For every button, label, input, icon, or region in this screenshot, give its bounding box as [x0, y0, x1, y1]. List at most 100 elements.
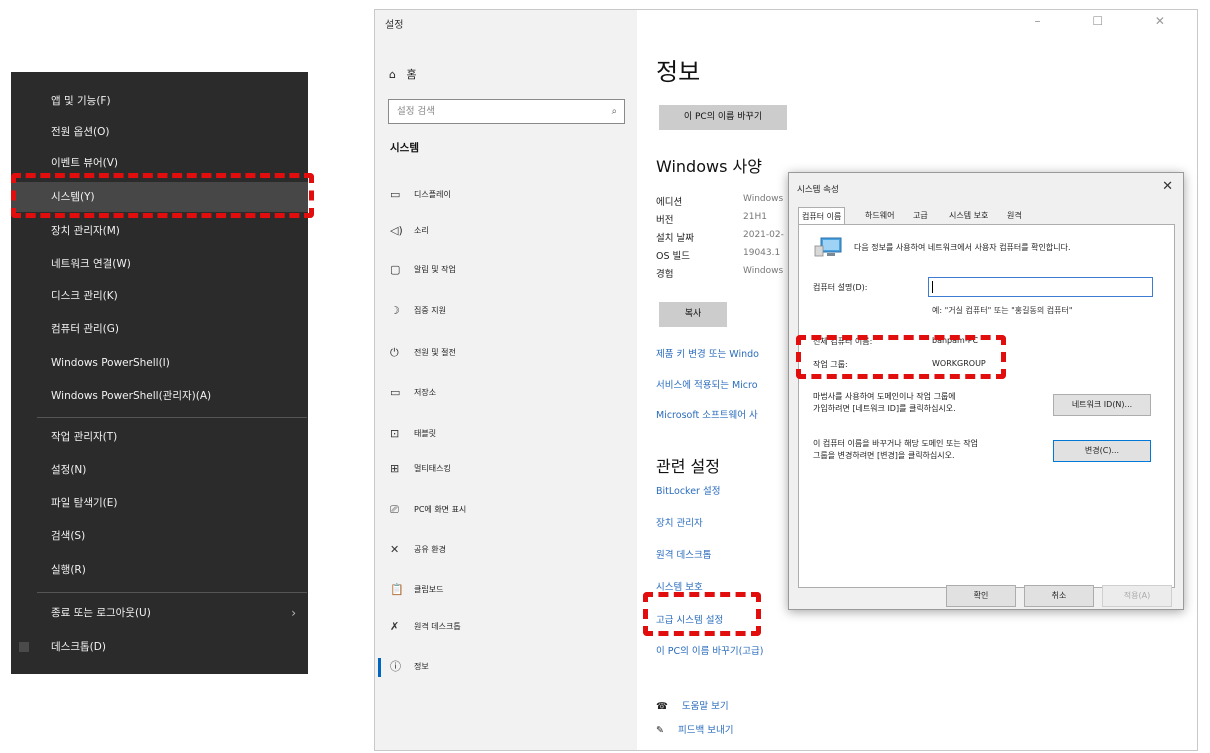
- nav-item-label: 알림 및 작업: [414, 265, 456, 274]
- menu-item-file-explorer[interactable]: 파일 탐색기(E): [11, 488, 308, 518]
- menu-item-run[interactable]: 실행(R): [11, 555, 308, 585]
- storage-icon: ▭: [390, 386, 401, 399]
- menu-item-shutdown-signout[interactable]: 종료 또는 로그아웃(U) ›: [11, 598, 308, 628]
- link-get-help[interactable]: ☎ 도움말 보기: [656, 698, 729, 712]
- menu-item-search[interactable]: 검색(S): [11, 521, 308, 551]
- tab-hardware[interactable]: 하드웨어: [862, 207, 897, 224]
- menu-item-desktop[interactable]: 데스크톱(D): [11, 632, 308, 662]
- link-change-product-key[interactable]: 제품 키 변경 또는 Windo: [656, 346, 759, 360]
- menu-item-label: 작업 관리자(T): [51, 431, 118, 443]
- tab-advanced[interactable]: 고급: [910, 207, 931, 224]
- nav-item-notifications[interactable]: ▢ 알림 및 작업: [390, 259, 630, 281]
- display-icon: ▭: [390, 188, 401, 201]
- link-remote-desktop[interactable]: 원격 데스크톱: [656, 547, 711, 561]
- menu-item-label: 데스크톱(D): [51, 641, 106, 653]
- dialog-title: 시스템 속성: [797, 185, 839, 195]
- menu-item-device-manager[interactable]: 장치 관리자(M): [11, 216, 308, 246]
- computer-description-field[interactable]: [928, 277, 1153, 297]
- link-bitlocker[interactable]: BitLocker 설정: [656, 483, 720, 497]
- page-title: 정보: [656, 58, 701, 86]
- menu-item-powershell-admin[interactable]: Windows PowerShell(관리자)(A): [11, 381, 308, 411]
- nav-item-tablet[interactable]: ⊡ 태블릿: [390, 423, 630, 445]
- nav-item-focus-assist[interactable]: ☽ 집중 지원: [390, 300, 630, 322]
- menu-item-label: 디스크 관리(K): [51, 290, 118, 302]
- copy-button[interactable]: 복사: [659, 302, 727, 327]
- cancel-button[interactable]: 취소: [1024, 585, 1094, 607]
- link-device-manager[interactable]: 장치 관리자: [656, 515, 703, 529]
- spec-label: 설치 날짜: [656, 233, 694, 244]
- tab-remote[interactable]: 원격: [1004, 207, 1025, 224]
- change-text-line2: 그룹을 변경하려면 [변경]을 클릭하십시오.: [813, 451, 955, 460]
- home-icon: ⌂: [389, 68, 396, 81]
- nav-item-clipboard[interactable]: 📋 클립보드: [390, 579, 630, 601]
- settings-search-input[interactable]: 설정 검색 ⌕: [388, 99, 625, 124]
- menu-item-apps-features[interactable]: 앱 및 기능(F): [11, 86, 308, 116]
- window-title: 설정: [385, 20, 404, 31]
- feedback-label: 피드백 보내기: [677, 725, 734, 736]
- nav-item-label: 태블릿: [414, 429, 437, 438]
- shared-experiences-icon: ✕: [390, 543, 400, 556]
- tab-computer-name[interactable]: 컴퓨터 이름: [798, 207, 846, 224]
- computer-network-icon: [814, 237, 842, 257]
- nav-item-label: 전원 및 절전: [414, 348, 456, 357]
- nav-item-multitasking[interactable]: ⊞ 멀티태스킹: [390, 458, 630, 480]
- link-system-protection[interactable]: 시스템 보호: [656, 579, 703, 593]
- help-label: 도움말 보기: [681, 701, 729, 712]
- nav-item-label: 저장소: [414, 388, 437, 397]
- chevron-right-icon: ›: [291, 606, 296, 620]
- menu-item-label: 이벤트 뷰어(V): [51, 157, 119, 169]
- nav-item-display[interactable]: ▭ 디스플레이: [390, 184, 630, 206]
- nav-item-remote-desktop[interactable]: ✗ 원격 데스크톱: [390, 616, 630, 638]
- menu-item-computer-management[interactable]: 컴퓨터 관리(G): [11, 314, 308, 344]
- nav-home-label: 홈: [406, 68, 417, 81]
- nav-item-project-to-pc[interactable]: ⎚ PC에 화면 표시: [390, 499, 630, 521]
- windows-spec-heading: Windows 사양: [656, 157, 762, 176]
- link-give-feedback[interactable]: ✎ 피드백 보내기: [656, 722, 733, 736]
- menu-item-network-connections[interactable]: 네트워크 연결(W): [11, 249, 308, 279]
- menu-item-disk-management[interactable]: 디스크 관리(K): [11, 281, 308, 311]
- nav-item-power-sleep[interactable]: ⏻ 전원 및 절전: [390, 342, 630, 364]
- menu-item-powershell[interactable]: Windows PowerShell(I): [11, 348, 308, 378]
- nav-item-about[interactable]: ⓘ 정보: [390, 656, 630, 678]
- nav-item-sound[interactable]: ◁) 소리: [390, 220, 630, 242]
- nav-item-storage[interactable]: ▭ 저장소: [390, 382, 630, 404]
- apply-button[interactable]: 적용(A): [1102, 585, 1172, 607]
- ok-button[interactable]: 확인: [946, 585, 1016, 607]
- nav-item-shared-experiences[interactable]: ✕ 공유 환경: [390, 539, 630, 561]
- help-chat-icon: ☎: [656, 701, 668, 712]
- link-services-agreement[interactable]: 서비스에 적용되는 Micro: [656, 377, 758, 391]
- menu-item-settings[interactable]: 설정(N): [11, 455, 308, 485]
- link-rename-pc-advanced[interactable]: 이 PC의 이름 바꾸기(고급): [656, 643, 764, 657]
- multitasking-icon: ⊞: [390, 462, 400, 475]
- link-software-license[interactable]: Microsoft 소프트웨어 사: [656, 407, 758, 421]
- nav-item-label: 원격 데스크톱: [414, 622, 461, 631]
- menu-item-power-options[interactable]: 전원 옵션(O): [11, 117, 308, 147]
- power-user-context-menu: 앱 및 기능(F) 전원 옵션(O) 이벤트 뷰어(V) 시스템(Y) 장치 관…: [11, 72, 308, 674]
- notification-icon: ▢: [390, 263, 401, 276]
- nav-item-label: 클립보드: [414, 585, 444, 594]
- nav-item-label: 정보: [414, 662, 429, 671]
- tab-system-protection[interactable]: 시스템 보호: [946, 207, 991, 224]
- menu-item-label: Windows PowerShell(I): [51, 357, 170, 369]
- highlight-system-menu-item: [11, 173, 314, 218]
- change-button[interactable]: 변경(C)...: [1053, 440, 1151, 462]
- highlight-workgroup: [796, 335, 1006, 379]
- system-properties-dialog: 시스템 속성 ✕ 컴퓨터 이름 하드웨어 고급 시스템 보호 원격 다음 정보를…: [788, 172, 1184, 610]
- network-id-button[interactable]: 네트워크 ID(N)...: [1053, 394, 1151, 416]
- menu-item-label: 앱 및 기능(F): [51, 95, 111, 107]
- speaker-icon: ◁): [390, 224, 403, 237]
- spec-value: 21H1: [743, 212, 767, 222]
- menu-item-label: 검색(S): [51, 530, 86, 542]
- network-id-text-line2: 가입하려면 [네트워크 ID]를 클릭하십시오.: [813, 404, 956, 413]
- related-settings-heading: 관련 설정: [656, 457, 720, 476]
- remote-desktop-icon: ✗: [390, 620, 400, 633]
- nav-item-label: 멀티태스킹: [414, 464, 451, 473]
- spec-value: Windows: [743, 266, 784, 276]
- nav-home[interactable]: ⌂ 홈: [389, 66, 417, 82]
- menu-item-label: 실행(R): [51, 564, 86, 576]
- menu-item-task-manager[interactable]: 작업 관리자(T): [11, 422, 308, 452]
- rename-pc-button[interactable]: 이 PC의 이름 바꾸기: [659, 105, 787, 130]
- nav-section-system: 시스템: [390, 142, 419, 154]
- close-icon[interactable]: ✕: [1162, 179, 1173, 194]
- computer-description-label: 컴퓨터 설명(D):: [813, 283, 868, 292]
